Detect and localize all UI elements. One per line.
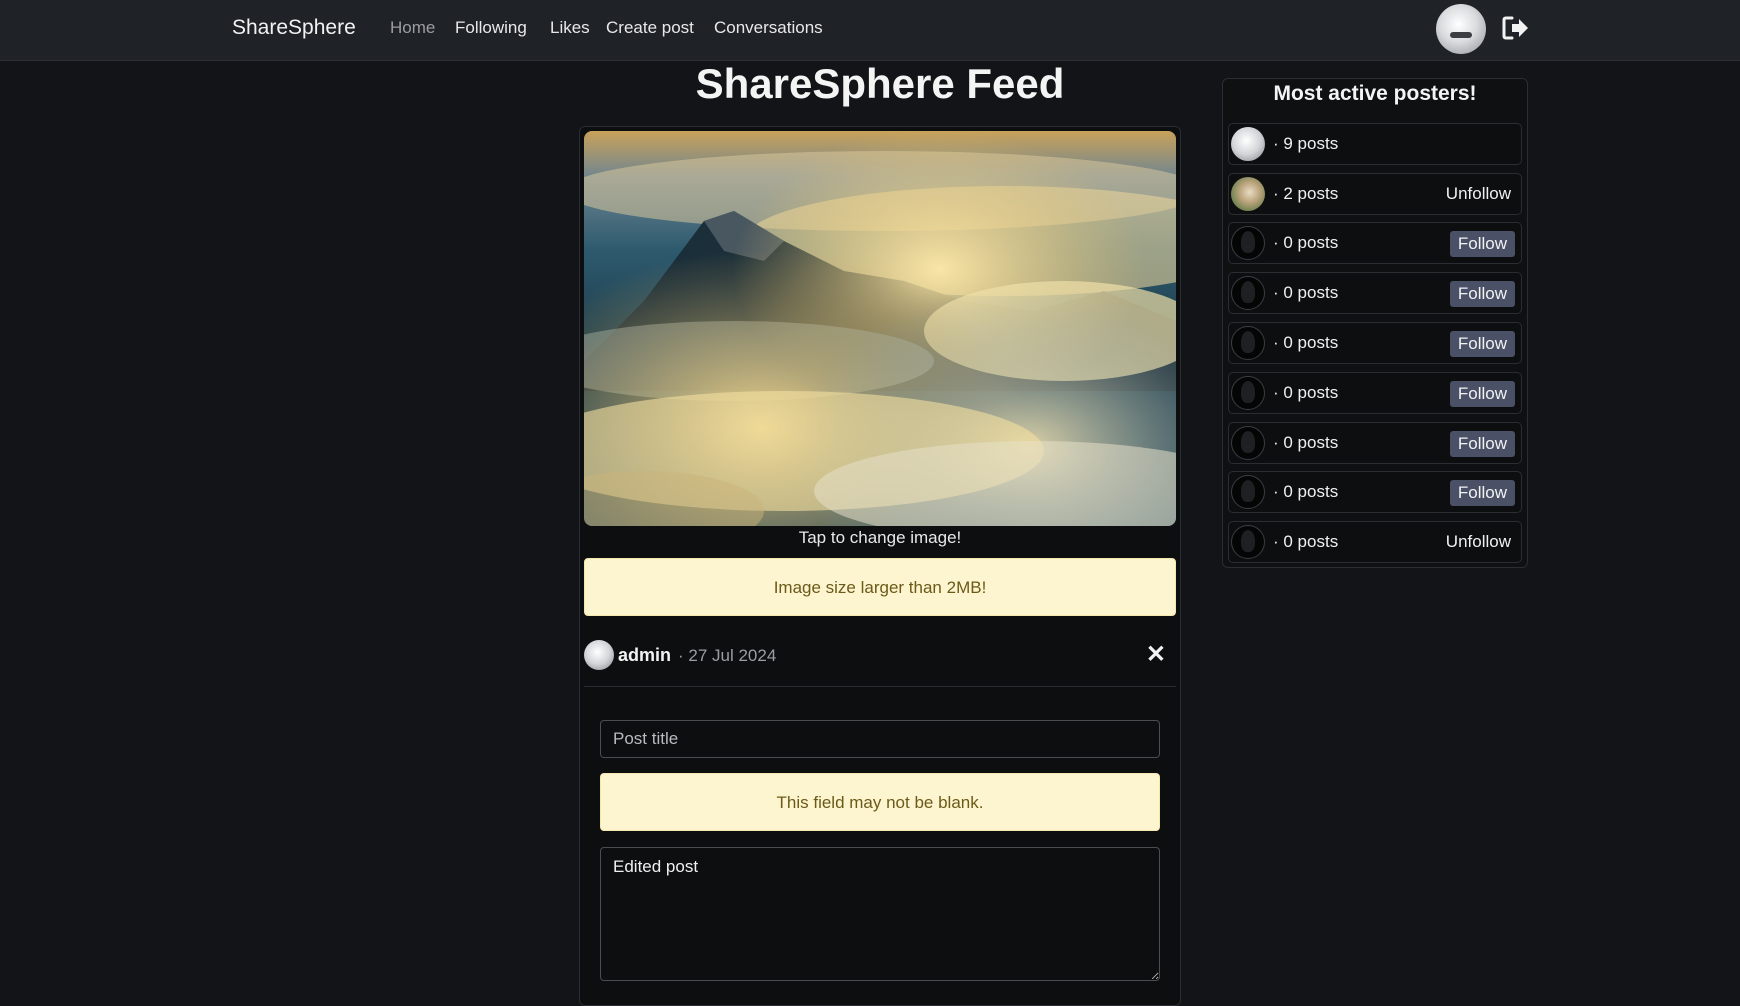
- poster-post-count: · 0 posts: [1273, 383, 1339, 402]
- post-image[interactable]: [584, 131, 1176, 526]
- poster-row: · 0 posts Follow: [1228, 322, 1522, 364]
- nav-home[interactable]: Home: [390, 18, 435, 38]
- poster-avatar[interactable]: [1231, 326, 1265, 360]
- poster-avatar[interactable]: [1231, 475, 1265, 509]
- poster-post-count: · 0 posts: [1273, 532, 1339, 551]
- poster-avatar[interactable]: [1231, 226, 1265, 260]
- author-name[interactable]: admin: [618, 645, 671, 666]
- post-title-input[interactable]: [600, 720, 1160, 758]
- poster-post-count: · 9 posts: [1273, 134, 1339, 153]
- poster-row: · 0 posts Follow: [1228, 372, 1522, 414]
- follow-button[interactable]: Follow: [1449, 480, 1515, 506]
- unfollow-button[interactable]: Unfollow: [1446, 532, 1511, 552]
- close-icon[interactable]: ✕: [1146, 640, 1166, 669]
- unfollow-button[interactable]: Unfollow: [1446, 184, 1511, 204]
- nav-conversations[interactable]: Conversations: [714, 18, 823, 38]
- follow-button[interactable]: Follow: [1449, 431, 1515, 457]
- poster-row: · 0 posts Follow: [1228, 471, 1522, 513]
- poster-avatar[interactable]: [1231, 177, 1265, 211]
- poster-post-count: · 0 posts: [1273, 233, 1339, 252]
- poster-avatar[interactable]: [1231, 127, 1265, 161]
- change-image-hint[interactable]: Tap to change image!: [584, 528, 1176, 548]
- follow-button[interactable]: Follow: [1449, 281, 1515, 307]
- poster-row: · 2 posts Unfollow: [1228, 173, 1522, 215]
- poster-avatar[interactable]: [1231, 376, 1265, 410]
- post-content-textarea[interactable]: Edited post: [600, 847, 1160, 981]
- sign-out-icon[interactable]: [1500, 13, 1530, 43]
- poster-post-count: · 2 posts: [1273, 184, 1339, 203]
- divider: [584, 686, 1176, 687]
- poster-avatar[interactable]: [1231, 426, 1265, 460]
- follow-button[interactable]: Follow: [1449, 381, 1515, 407]
- poster-avatar[interactable]: [1231, 525, 1265, 559]
- top-navbar: ShareSphere Home Following Likes Create …: [0, 0, 1740, 61]
- follow-button[interactable]: Follow: [1449, 331, 1515, 357]
- nav-following[interactable]: Following: [455, 18, 527, 38]
- nav-likes[interactable]: Likes: [550, 18, 590, 38]
- follow-button[interactable]: Follow: [1449, 231, 1515, 257]
- mountain-clouds-image: [584, 131, 1176, 526]
- poster-row: · 0 posts Follow: [1228, 222, 1522, 264]
- poster-row: · 0 posts Unfollow: [1228, 521, 1522, 563]
- page-title: ShareSphere Feed: [695, 60, 1065, 107]
- post-date: · 27 Jul 2024: [678, 646, 777, 665]
- author-avatar[interactable]: [584, 640, 614, 670]
- brand-logo[interactable]: ShareSphere: [232, 16, 356, 40]
- post-author-row: admin · 27 Jul 2024 ✕: [584, 640, 1176, 672]
- poster-row: · 9 posts: [1228, 123, 1522, 165]
- poster-row: · 0 posts Follow: [1228, 422, 1522, 464]
- poster-post-count: · 0 posts: [1273, 333, 1339, 352]
- sidebar-title: Most active posters!: [1273, 82, 1477, 105]
- user-avatar[interactable]: [1436, 4, 1486, 54]
- poster-post-count: · 0 posts: [1273, 433, 1339, 452]
- image-size-warning: Image size larger than 2MB!: [584, 558, 1176, 616]
- title-blank-warning: This field may not be blank.: [600, 773, 1160, 831]
- poster-row: · 0 posts Follow: [1228, 272, 1522, 314]
- nav-create-post[interactable]: Create post: [606, 18, 694, 38]
- poster-post-count: · 0 posts: [1273, 283, 1339, 302]
- poster-post-count: · 0 posts: [1273, 482, 1339, 501]
- poster-avatar[interactable]: [1231, 276, 1265, 310]
